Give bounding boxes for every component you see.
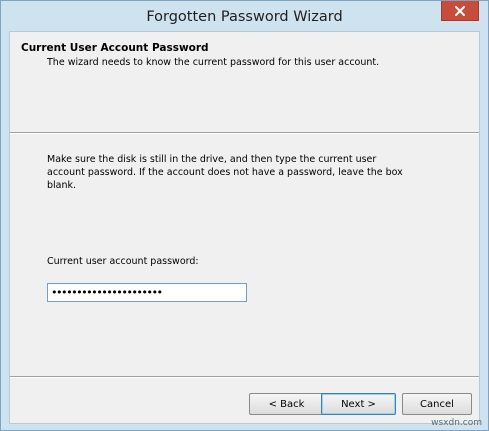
next-button[interactable]: Next > [321,393,396,415]
wizard-window: Forgotten Password Wizard Current User A… [0,0,489,431]
page-title: Current User Account Password [21,42,209,54]
footer-divider [10,376,479,378]
header-divider [10,132,479,134]
watermark: wsxdn.com [431,418,482,428]
password-field[interactable] [47,283,247,302]
window-title: Forgotten Password Wizard [146,9,343,25]
title-bar[interactable]: Forgotten Password Wizard [1,1,488,31]
page-subtitle: The wizard needs to know the current pas… [47,57,380,68]
cancel-button[interactable]: Cancel [402,393,472,415]
back-button[interactable]: < Back [249,393,324,415]
instructions-text: Make sure the disk is still in the drive… [47,154,403,191]
close-button[interactable] [441,1,479,21]
wizard-header: Current User Account Password The wizard… [10,32,479,132]
wizard-page: Current User Account Password The wizard… [9,31,480,424]
close-icon [455,5,465,16]
password-label: Current user account password: [47,256,199,267]
